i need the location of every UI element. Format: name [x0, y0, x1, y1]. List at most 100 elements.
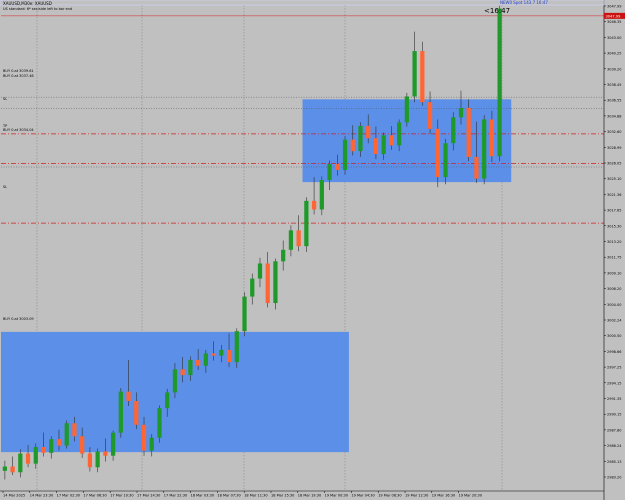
bull-candle [219, 349, 224, 356]
bull-candle [497, 8, 502, 157]
time-tick-label: 19 Mar 04:30 [351, 494, 374, 498]
bull-candle [203, 353, 208, 366]
server-time: NEW0 Spot 143.7 16:47 [500, 0, 548, 5]
price-tick-label: 3028.99 [607, 146, 621, 150]
subtitle-text: US standard: 6* sec/side left to bar end [3, 7, 72, 11]
time-tick-label: 18 Mar 11:30 [244, 494, 267, 498]
price-tick-label: 3025.10 [607, 177, 621, 181]
price-tick-label: 3047.99 [607, 5, 621, 9]
bull-candle [165, 392, 170, 409]
bear-candle [466, 107, 471, 157]
time-tick-label: 19 Mar 00:30 [325, 494, 348, 498]
price-tick-label: 3013.20 [607, 240, 621, 244]
time-tick-label: 19 Mar 12:30 [405, 494, 428, 498]
time-tick-label: 17 Mar 06:30 [83, 494, 106, 498]
trade-label-a: BUY 0.at 3039.61 [3, 69, 34, 73]
bear-candle [435, 128, 440, 178]
price-tick-label: 2998.66 [607, 350, 621, 354]
sl-label-2: SL [3, 185, 7, 189]
time-tick-label: 19 Mar 08:30 [378, 494, 401, 498]
price-tick-label: 3034.88 [607, 114, 621, 118]
bear-candle [56, 439, 62, 446]
bear-candle [296, 230, 301, 247]
bull-candle [358, 125, 363, 152]
bear-candle [427, 102, 433, 129]
bear-candle [87, 453, 93, 468]
bear-candle [196, 359, 201, 366]
bull-candle [95, 451, 100, 468]
time-tick-label: 14 Mar 23:30 [30, 494, 53, 498]
bull-candle [404, 96, 409, 123]
price-tick-label: 3046.35 [607, 20, 621, 24]
bull-candle [18, 453, 23, 473]
bear-candle [211, 353, 216, 356]
bull-candle [397, 122, 402, 146]
price-tick-label: 3026.05 [607, 162, 621, 166]
price-tick-label: 2991.35 [607, 397, 621, 401]
time-tick-label: 19 Mar 20:30 [459, 494, 482, 498]
bull-candle [149, 437, 154, 451]
bull-candle [273, 261, 278, 304]
price-tick-label: 3032.60 [607, 130, 621, 134]
countdown-label: <16:47 [484, 7, 510, 15]
price-tick-label: 3017.65 [607, 209, 621, 213]
bear-candle [25, 453, 31, 464]
trade-label-g: BUY 0.at 3003.09 [3, 317, 34, 321]
price-tick-label: 3006.20 [607, 287, 621, 291]
bull-candle [188, 359, 193, 376]
bear-candle [134, 401, 139, 425]
bull-candle [234, 331, 239, 363]
bull-candle [110, 432, 116, 456]
time-tick-label: 18 Mar 07:30 [217, 494, 240, 498]
price-tick-label: 3039.20 [607, 67, 621, 71]
bull-candle [242, 296, 247, 332]
bear-candle [373, 138, 379, 155]
bear-candle [180, 369, 185, 376]
bull-candle [443, 143, 448, 178]
bull-candle [458, 107, 464, 118]
bear-candle [41, 447, 46, 453]
bull-candle [157, 408, 162, 438]
bear-candle [265, 263, 270, 304]
bear-candle [311, 200, 317, 210]
price-tick-label: 3000.50 [607, 334, 621, 338]
trade-label-e: BUY 0.at 3034.04 [3, 128, 34, 132]
price-tick-label: 2986.24 [607, 444, 622, 448]
bear-candle [366, 125, 371, 139]
chart-window[interactable]: 3047.99 3046.35 3043.00 3040.25 3039.20 3038.… [0, 0, 625, 500]
bull-candle [327, 164, 332, 180]
bear-candle [226, 349, 232, 363]
bull-candle [257, 263, 263, 279]
bull-candle [381, 135, 386, 155]
bear-candle [389, 135, 394, 146]
symbol-title: XAUUSD,M30e: XAUUSD [3, 1, 52, 6]
price-tick-label: 3021.36 [607, 193, 621, 197]
price-chart[interactable]: 3047.99 3046.35 3043.00 3040.25 3039.20 3038.… [0, 0, 625, 500]
bull-candle [49, 439, 54, 453]
time-tick-label: 17 Mar 14:30 [137, 494, 160, 498]
price-tick-label: 2997.25 [607, 366, 621, 370]
bull-candle [172, 369, 178, 393]
bull-candle [250, 278, 255, 297]
time-tick-label: 17 Mar 10:30 [110, 494, 133, 498]
bear-candle [126, 391, 131, 401]
bull-candle [64, 423, 69, 446]
bull-candle [342, 139, 348, 170]
bear-candle [10, 466, 15, 473]
bear-candle [141, 424, 147, 451]
bear-candle [420, 51, 425, 103]
price-tick-label: 3015.30 [607, 224, 621, 228]
price-tick-label: 3004.00 [607, 303, 621, 307]
bear-candle [335, 164, 340, 170]
bear-candle [474, 156, 479, 179]
time-tick-label: 14 Mar 2025 [3, 494, 25, 498]
time-tick-label: 18 Mar 03:30 [191, 494, 214, 498]
price-tick-label: 3043.00 [607, 36, 621, 40]
price-tick-label: 3009.10 [607, 271, 621, 275]
price-tick-label: 2990.15 [607, 413, 621, 417]
bear-candle [350, 139, 355, 152]
price-tick-label: 2985.13 [607, 460, 621, 464]
price-tick-label: 3011.75 [607, 256, 621, 260]
bull-candle [482, 119, 487, 179]
price-tick-label: 3040.25 [607, 52, 621, 56]
